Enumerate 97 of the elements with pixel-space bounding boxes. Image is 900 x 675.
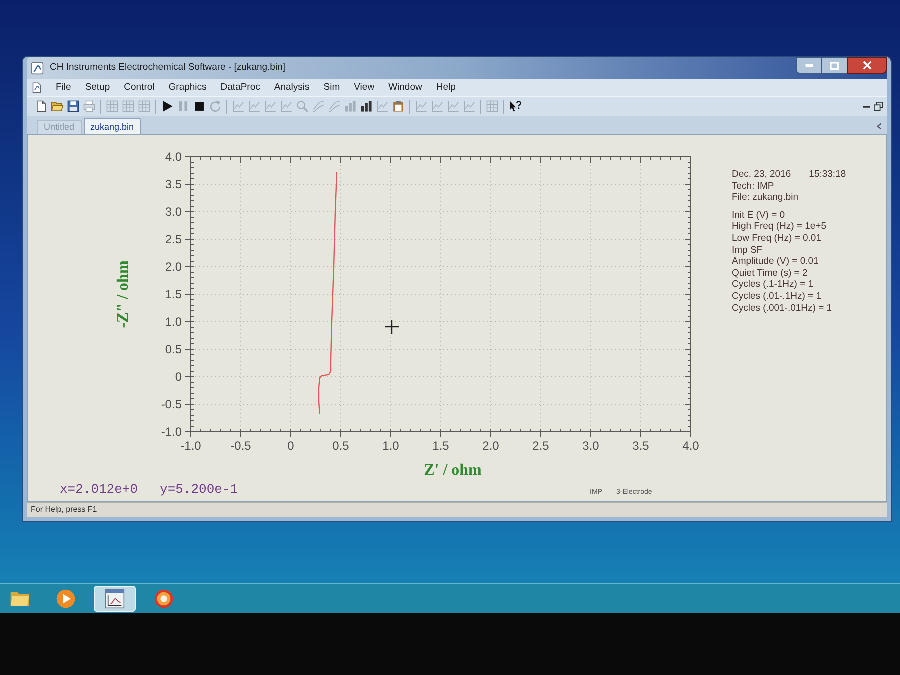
parameter-text: High Freq (Hz) = 1e+5 bbox=[732, 221, 828, 233]
tick-label: 1.5 bbox=[432, 439, 450, 453]
menu-item[interactable]: Setup bbox=[78, 80, 118, 95]
minimize-icon bbox=[804, 64, 814, 67]
tick-label: 0.5 bbox=[332, 439, 350, 453]
parameter-text: Low Freq (Hz) = 0.01 bbox=[732, 232, 822, 245]
toolbar-button[interactable] bbox=[65, 98, 81, 114]
tick-label: 3.0 bbox=[582, 439, 600, 453]
tick-label: -0.5 bbox=[230, 439, 252, 453]
bar-chart-icon bbox=[360, 100, 372, 113]
window-title: CH Instruments Electrochemical Software - [zukang.bin] bbox=[50, 60, 286, 75]
maximize-button[interactable] bbox=[822, 57, 847, 74]
info-text: 15:33:18 bbox=[809, 169, 846, 181]
line-graph-icon bbox=[430, 100, 444, 113]
document-icon bbox=[34, 100, 48, 113]
grid-icon bbox=[486, 100, 498, 113]
line-graph-icon bbox=[232, 100, 244, 113]
help-pointer-icon bbox=[508, 100, 522, 113]
tick-label: 3.0 bbox=[165, 205, 182, 219]
maximize-icon bbox=[830, 62, 839, 70]
menu-item[interactable]: Graphics bbox=[162, 80, 214, 95]
cursor-readout: x=2.012e+0 bbox=[60, 482, 138, 498]
tick-label: 2.0 bbox=[165, 260, 182, 274]
parameter-text: Imp SF bbox=[732, 244, 764, 256]
tick-label: 4.0 bbox=[165, 150, 182, 164]
y-axis-title: -Z" / ohm bbox=[115, 260, 132, 328]
tick-label: 2.0 bbox=[482, 439, 500, 453]
clipboard-icon bbox=[392, 100, 404, 113]
tick-label: 3.5 bbox=[632, 439, 650, 453]
pause-icon bbox=[176, 100, 190, 113]
folder-icon bbox=[50, 100, 64, 113]
grid-icon bbox=[106, 100, 118, 113]
line-graph-icon bbox=[280, 100, 292, 113]
crosshair-cursor bbox=[385, 320, 399, 334]
line-graph-icon bbox=[248, 100, 260, 113]
zoom-icon bbox=[296, 100, 308, 113]
bar-chart-icon bbox=[344, 100, 356, 113]
printer-icon bbox=[82, 100, 96, 113]
line-graph-icon bbox=[446, 100, 460, 113]
parameter-text: Quiet Time (s) = 2 bbox=[732, 268, 809, 280]
tick-label: 0 bbox=[175, 370, 182, 384]
stop-icon bbox=[192, 100, 206, 113]
info-text: File: zukang.bin bbox=[732, 192, 800, 204]
toolbar-button[interactable] bbox=[358, 98, 374, 114]
menu-item[interactable]: Window bbox=[382, 80, 430, 95]
info-text: Dec. 23, 2016 bbox=[732, 169, 792, 181]
minimize-button[interactable] bbox=[796, 57, 822, 74]
info-text: Tech: IMP bbox=[732, 180, 776, 192]
tick-label: 2.5 bbox=[165, 232, 182, 246]
chart-window-icon bbox=[105, 588, 125, 608]
parameter-text: Cycles (.1-1Hz) = 1 bbox=[732, 279, 815, 291]
tab[interactable]: zukang.bin bbox=[84, 118, 142, 134]
circular-arrow-icon bbox=[208, 100, 222, 113]
line-graph-icon bbox=[376, 100, 388, 113]
tick-label: 1.5 bbox=[165, 288, 182, 302]
curves-icon bbox=[312, 100, 324, 113]
parameter-text: Init E (V) = 0 bbox=[732, 210, 786, 222]
line-graph-icon bbox=[264, 100, 276, 113]
restore-icon[interactable] bbox=[874, 102, 883, 111]
x-axis-title: Z' / ohm bbox=[424, 462, 482, 479]
menu-item[interactable]: DataProc bbox=[214, 80, 268, 95]
parameter-text: Cycles (.001-.01Hz) = 1 bbox=[732, 302, 834, 314]
cursor-readout: y=5.200e-1 bbox=[160, 482, 238, 498]
tick-label: 4.0 bbox=[682, 439, 700, 453]
curves-icon bbox=[328, 100, 340, 113]
tick-label: -1.0 bbox=[180, 439, 202, 453]
grid-icon bbox=[138, 100, 150, 113]
taskbar-button[interactable] bbox=[94, 586, 136, 612]
minimize-icon[interactable] bbox=[863, 106, 870, 108]
menu-item[interactable]: Sim bbox=[316, 80, 348, 95]
menu-item[interactable]: Control bbox=[117, 80, 162, 95]
status-text: For Help, press F1 bbox=[31, 505, 98, 515]
parameter-text: Cycles (.01-.1Hz) = 1 bbox=[732, 290, 822, 303]
tick-label: 3.5 bbox=[165, 178, 182, 192]
tick-label: 0.5 bbox=[165, 342, 182, 356]
menu-item[interactable]: Help bbox=[429, 80, 463, 95]
menu-item[interactable]: File bbox=[49, 80, 78, 95]
media-player-icon bbox=[56, 588, 76, 608]
toolbar-button[interactable] bbox=[507, 98, 523, 114]
menu-item[interactable]: View bbox=[347, 80, 382, 95]
tick-label: -1.0 bbox=[161, 425, 182, 439]
close-button[interactable] bbox=[847, 57, 887, 74]
document-menu-icon[interactable] bbox=[31, 82, 43, 94]
line-graph-icon bbox=[462, 100, 476, 113]
tick-label: 2.5 bbox=[532, 439, 550, 453]
play-icon bbox=[160, 100, 174, 113]
ring-icon bbox=[154, 588, 174, 608]
tick-label: 1.0 bbox=[382, 439, 400, 453]
parameter-text: Amplitude (V) = 0.01 bbox=[732, 256, 820, 268]
close-icon bbox=[862, 61, 872, 70]
tick-label: 0 bbox=[288, 439, 294, 453]
app-icon[interactable] bbox=[31, 62, 44, 74]
tick-label: -0.5 bbox=[161, 398, 182, 412]
tick-label: 1.0 bbox=[165, 315, 182, 329]
line-graph-icon bbox=[414, 100, 428, 113]
menu-item[interactable]: Analysis bbox=[267, 80, 317, 95]
grid-icon bbox=[122, 100, 134, 113]
